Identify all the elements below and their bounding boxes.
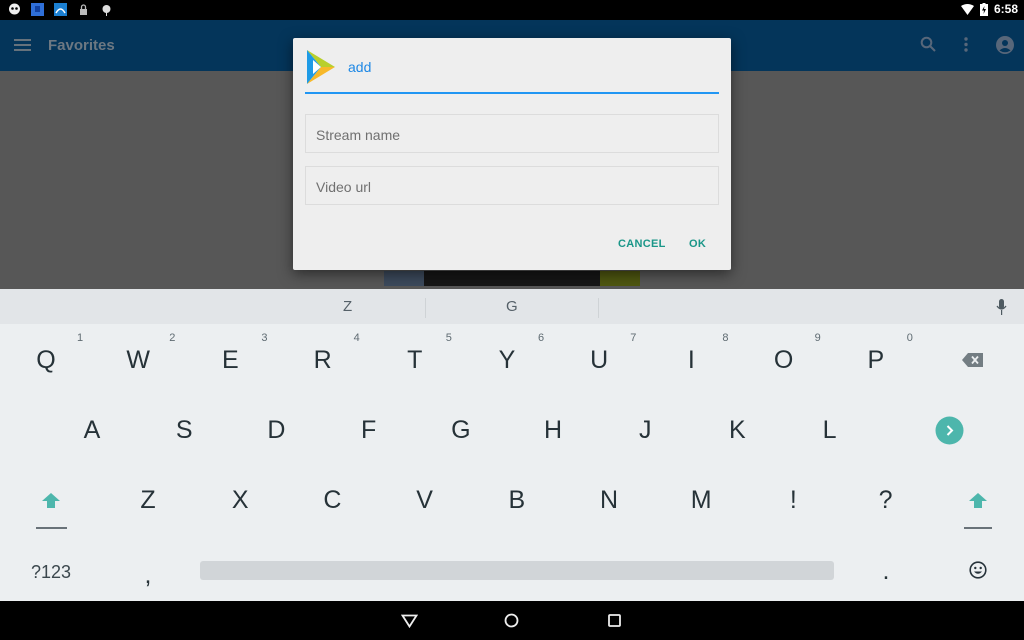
period-key[interactable]: .	[856, 557, 916, 586]
key-hint: 7	[630, 332, 637, 344]
recents-icon[interactable]	[608, 614, 621, 627]
app-title: Favorites	[48, 37, 115, 54]
key-z[interactable]: Z	[118, 486, 178, 515]
key-u[interactable]: U	[569, 346, 629, 375]
key-hint: 9	[814, 332, 821, 344]
ad-banner	[384, 271, 640, 286]
home-icon[interactable]	[504, 613, 519, 628]
menu-icon[interactable]	[14, 39, 31, 51]
status-bar: 6:58	[0, 0, 1024, 20]
space-bar[interactable]	[200, 561, 834, 580]
key-f[interactable]: F	[339, 416, 399, 445]
key-r[interactable]: R	[293, 346, 353, 375]
lock-icon	[80, 4, 87, 15]
suggestion-item[interactable]: Z	[343, 298, 352, 315]
title-divider	[305, 92, 719, 94]
key-l[interactable]: L	[800, 416, 860, 445]
blue-app-notification-icon	[31, 3, 44, 16]
dialog-title: add	[348, 59, 372, 75]
key-hint: 0	[906, 332, 913, 344]
key-hint: 2	[169, 332, 176, 344]
soft-keyboard: Z G Q1 W2 E3 R4 T5 Y6 U7 I8 O9 P0 A S D F G H J K L Z X C V B…	[0, 289, 1024, 601]
key-j[interactable]: J	[615, 416, 675, 445]
key-hint: 8	[722, 332, 729, 344]
stream-name-input[interactable]: Stream name	[305, 114, 719, 153]
suggestion-divider	[598, 298, 599, 318]
wave-app-notification-icon	[54, 3, 67, 16]
battery-charging-icon	[979, 2, 988, 16]
navigation-bar	[0, 601, 1024, 640]
key-i[interactable]: I	[661, 346, 721, 375]
cancel-button[interactable]: CANCEL	[618, 238, 666, 250]
ok-button[interactable]: OK	[689, 238, 706, 250]
key-k[interactable]: K	[707, 416, 767, 445]
key-w[interactable]: W	[108, 346, 168, 375]
key-t[interactable]: T	[385, 346, 445, 375]
key-hint: 3	[261, 332, 268, 344]
suggestion-item[interactable]: G	[506, 298, 518, 315]
wifi-icon	[960, 3, 974, 15]
emoji-icon[interactable]	[969, 561, 987, 579]
key-exclamation[interactable]: !	[763, 486, 823, 515]
key-p[interactable]: P	[846, 346, 906, 375]
key-hint: 4	[353, 332, 360, 344]
key-s[interactable]: S	[154, 416, 214, 445]
account-icon[interactable]	[996, 36, 1014, 54]
enter-next-button[interactable]	[935, 416, 964, 445]
ad-close-icon	[384, 271, 424, 286]
app-logo-icon	[307, 50, 335, 84]
key-hint: 6	[538, 332, 545, 344]
shift-underline	[36, 527, 67, 529]
key-hint: 1	[77, 332, 84, 344]
microphone-icon[interactable]	[996, 299, 1007, 315]
ad-image	[600, 271, 640, 286]
comma-key[interactable]: ,	[118, 561, 178, 590]
video-url-input[interactable]: Video url	[305, 166, 719, 205]
key-v[interactable]: V	[395, 486, 455, 515]
key-x[interactable]: X	[210, 486, 270, 515]
key-c[interactable]: C	[302, 486, 362, 515]
ghost-notification-icon	[9, 3, 20, 15]
shift-icon-right[interactable]	[969, 493, 987, 508]
key-g[interactable]: G	[431, 416, 491, 445]
key-e[interactable]: E	[200, 346, 260, 375]
add-stream-dialog: add Stream name Video url CANCEL OK	[293, 38, 731, 270]
key-h[interactable]: H	[523, 416, 583, 445]
more-vert-icon[interactable]	[962, 36, 970, 53]
key-b[interactable]: B	[487, 486, 547, 515]
suggestion-divider	[425, 298, 426, 318]
shift-icon[interactable]	[42, 493, 60, 508]
key-hint: 5	[445, 332, 452, 344]
key-y[interactable]: Y	[477, 346, 537, 375]
symbols-key[interactable]: ?123	[21, 562, 81, 583]
key-m[interactable]: M	[671, 486, 731, 515]
key-a[interactable]: A	[62, 416, 122, 445]
android-debug-icon	[102, 5, 111, 16]
shift-underline-right	[964, 527, 992, 529]
backspace-icon[interactable]	[962, 353, 983, 367]
suggestion-strip: Z G	[0, 289, 1024, 324]
key-d[interactable]: D	[246, 416, 306, 445]
key-o[interactable]: O	[754, 346, 814, 375]
back-icon[interactable]	[401, 614, 418, 628]
search-icon[interactable]	[920, 36, 937, 53]
status-time: 6:58	[993, 2, 1018, 16]
key-n[interactable]: N	[579, 486, 639, 515]
key-question[interactable]: ?	[856, 486, 916, 515]
key-q[interactable]: Q	[16, 346, 76, 375]
